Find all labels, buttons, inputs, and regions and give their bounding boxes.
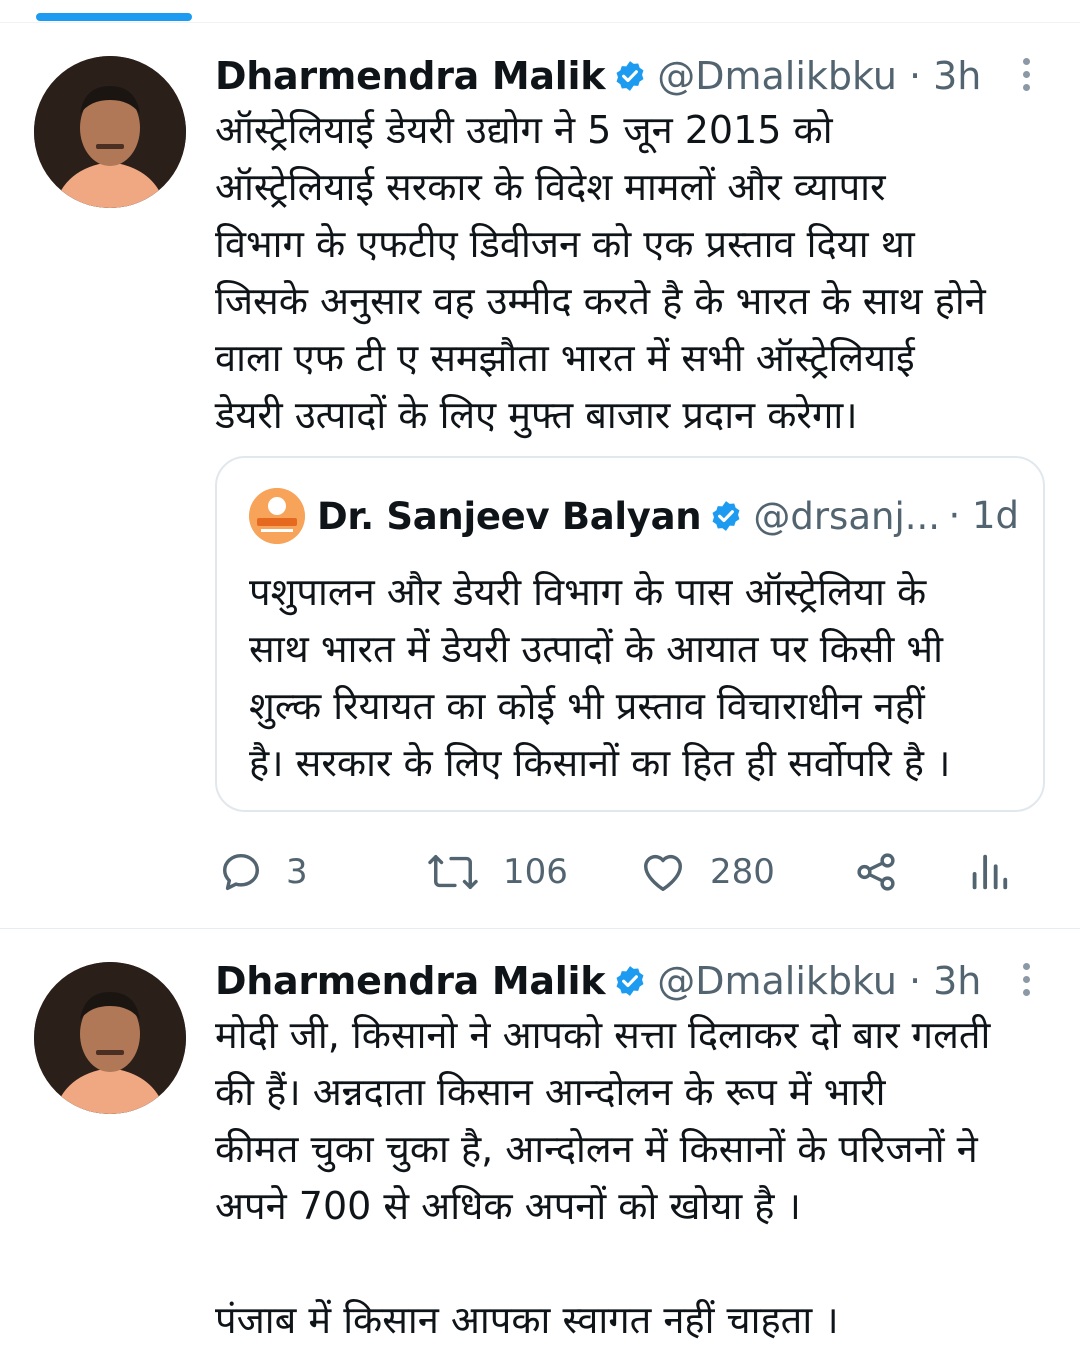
tweet-header: Dharmendra Malik @Dmalikbku · 3h [215,955,981,1007]
more-vertical-icon[interactable] [1016,957,1036,1005]
tweet-timestamp[interactable]: · 3h [909,959,981,1003]
reply-button[interactable]: 3 [218,842,308,902]
retweet-icon [428,854,478,890]
quoted-author-name[interactable]: Dr. Sanjeev Balyan [317,495,702,538]
tweet-header: Dharmendra Malik @Dmalikbku · 3h [215,50,981,102]
retweet-count: 106 [503,852,568,892]
retweet-button[interactable]: 106 [425,842,568,902]
quoted-author-handle[interactable]: @drsanj... [753,495,940,538]
verified-badge-icon [712,501,740,531]
quoted-tweet[interactable]: Dr. Sanjeev Balyan @drsanj... · 1d पशुपा… [215,456,1045,812]
tweet-text: ऑस्ट्रेलियाई डेयरी उद्योग ने 5 जून 2015 … [215,108,986,437]
more-vertical-icon[interactable] [1016,52,1036,100]
share-button[interactable] [852,842,922,902]
loading-progress-bar [36,13,192,21]
quoted-tweet-text: पशुपालन और डेयरी विभाग के पास ऑस्ट्रेलिय… [249,570,951,785]
author-name[interactable]: Dharmendra Malik [215,54,606,98]
avatar[interactable] [34,962,186,1114]
author-name[interactable]: Dharmendra Malik [215,959,606,1003]
tweet-divider [0,928,1080,929]
tweet-text: मोदी जी, किसानो ने आपको सत्ता दिलाकर दो … [215,1013,991,1342]
quoted-avatar[interactable] [249,488,305,544]
like-button[interactable]: 280 [638,842,775,902]
share-icon [857,853,895,891]
heart-icon [644,854,682,891]
tweet-actions: 3 106 280 [0,842,1080,902]
reply-count: 3 [286,852,308,892]
like-count: 280 [710,852,775,892]
verified-badge-icon [616,966,644,996]
reply-icon [222,853,260,891]
tweet-timestamp[interactable]: · 3h [909,54,981,98]
avatar[interactable] [34,56,186,208]
quoted-timestamp[interactable]: · 1d [948,494,1019,537]
analytics-icon [972,854,1008,890]
verified-badge-icon [616,61,644,91]
top-divider [0,22,1080,23]
analytics-button[interactable] [968,842,1030,902]
quoted-tweet-header: Dr. Sanjeev Balyan @drsanj... [249,488,940,544]
author-handle[interactable]: @Dmalikbku [657,959,897,1003]
author-handle[interactable]: @Dmalikbku [657,54,897,98]
